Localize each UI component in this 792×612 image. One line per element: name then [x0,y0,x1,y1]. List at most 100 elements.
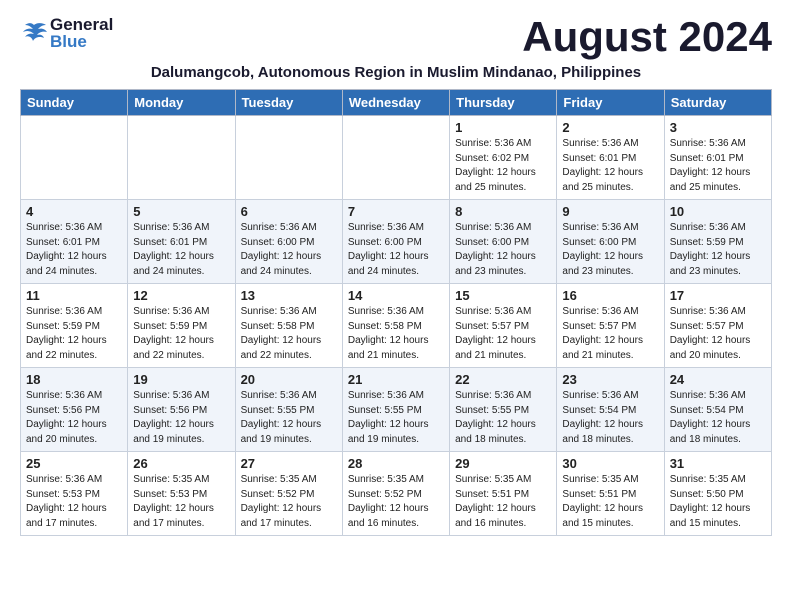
bird-icon [20,21,48,45]
day-number: 1 [455,120,551,135]
day-info: Sunrise: 5:36 AM Sunset: 5:57 PM Dayligh… [562,305,658,363]
day-number: 15 [455,288,551,303]
day-number: 22 [455,372,551,387]
calendar-cell [342,116,449,200]
calendar-cell: 11Sunrise: 5:36 AM Sunset: 5:59 PM Dayli… [21,284,128,368]
calendar-cell: 2 Sunrise: 5:36 AM Sunset: 6:01 PM Daylig… [557,116,664,200]
col-tuesday: Tuesday [235,90,342,116]
day-number: 12 [133,288,229,303]
calendar-cell [128,116,235,200]
calendar-cell: 12 Sunrise: 5:36 AM Sunset: 5:59 PM Dayli… [128,284,235,368]
day-info: Sunrise: 5:36 AM Sunset: 5:56 PM Dayligh… [26,389,122,447]
col-monday: Monday [128,90,235,116]
day-number: 29 [455,456,551,471]
day-number: 13 [241,288,337,303]
logo-blue: Blue [50,33,113,50]
day-number: 11 [26,288,122,303]
calendar-cell: 9 Sunrise: 5:36 AM Sunset: 6:00 PM Daylig… [557,200,664,284]
calendar-cell: 1 Sunrise: 5:36 AM Sunset: 6:02 PM Daylig… [450,116,557,200]
day-number: 5 [133,204,229,219]
calendar-cell: 7Sunrise: 5:36 AM Sunset: 6:00 PM Daylig… [342,200,449,284]
day-number: 26 [133,456,229,471]
page: General Blue August 2024 Dalumangcob, Au… [0,0,792,552]
calendar-week-1: 1 Sunrise: 5:36 AM Sunset: 6:02 PM Daylig… [21,116,772,200]
logo-text: General Blue [50,16,113,50]
calendar-week-5: 25 Sunrise: 5:36 AM Sunset: 5:53 PM Dayli… [21,452,772,536]
day-info: Sunrise: 5:36 AM Sunset: 6:02 PM Dayligh… [455,137,551,195]
day-info: Sunrise: 5:36 AM Sunset: 6:01 PM Dayligh… [133,221,229,279]
calendar-cell: 22Sunrise: 5:36 AM Sunset: 5:55 PM Dayli… [450,368,557,452]
calendar-cell: 4 Sunrise: 5:36 AM Sunset: 6:01 PM Daylig… [21,200,128,284]
calendar-cell: 23Sunrise: 5:36 AM Sunset: 5:54 PM Dayli… [557,368,664,452]
day-info: Sunrise: 5:36 AM Sunset: 6:00 PM Dayligh… [241,221,337,279]
day-number: 4 [26,204,122,219]
day-info: Sunrise: 5:36 AM Sunset: 6:01 PM Dayligh… [26,221,122,279]
col-wednesday: Wednesday [342,90,449,116]
calendar-week-4: 18Sunrise: 5:36 AM Sunset: 5:56 PM Dayli… [21,368,772,452]
day-number: 16 [562,288,658,303]
day-number: 19 [133,372,229,387]
calendar-cell: 8 Sunrise: 5:36 AM Sunset: 6:00 PM Daylig… [450,200,557,284]
calendar-cell: 6 Sunrise: 5:36 AM Sunset: 6:00 PM Daylig… [235,200,342,284]
calendar-cell: 27Sunrise: 5:35 AM Sunset: 5:52 PM Dayli… [235,452,342,536]
calendar-cell: 20 Sunrise: 5:36 AM Sunset: 5:55 PM Dayli… [235,368,342,452]
day-info: Sunrise: 5:36 AM Sunset: 6:00 PM Dayligh… [455,221,551,279]
day-number: 2 [562,120,658,135]
calendar-header-row: Sunday Monday Tuesday Wednesday Thursday… [21,90,772,116]
calendar-cell: 19 Sunrise: 5:36 AM Sunset: 5:56 PM Dayli… [128,368,235,452]
day-info: Sunrise: 5:36 AM Sunset: 5:57 PM Dayligh… [455,305,551,363]
day-number: 20 [241,372,337,387]
calendar-body: 1 Sunrise: 5:36 AM Sunset: 6:02 PM Daylig… [21,116,772,536]
day-info: Sunrise: 5:36 AM Sunset: 6:01 PM Dayligh… [562,137,658,195]
calendar-cell: 21Sunrise: 5:36 AM Sunset: 5:55 PM Dayli… [342,368,449,452]
day-number: 17 [670,288,766,303]
day-info: Sunrise: 5:36 AM Sunset: 5:59 PM Dayligh… [133,305,229,363]
day-number: 14 [348,288,444,303]
day-info: Sunrise: 5:36 AM Sunset: 5:58 PM Dayligh… [241,305,337,363]
day-number: 28 [348,456,444,471]
calendar-cell [21,116,128,200]
month-year-title: August 2024 [522,16,772,58]
col-friday: Friday [557,90,664,116]
calendar-cell: 17 Sunrise: 5:36 AM Sunset: 5:57 PM Dayli… [664,284,771,368]
col-saturday: Saturday [664,90,771,116]
calendar-cell: 15 Sunrise: 5:36 AM Sunset: 5:57 PM Dayli… [450,284,557,368]
day-info: Sunrise: 5:36 AM Sunset: 5:53 PM Dayligh… [26,473,122,531]
day-number: 23 [562,372,658,387]
day-info: Sunrise: 5:36 AM Sunset: 5:57 PM Dayligh… [670,305,766,363]
logo-general: General [50,16,113,33]
calendar-cell: 10 Sunrise: 5:36 AM Sunset: 5:59 PM Dayli… [664,200,771,284]
day-info: Sunrise: 5:35 AM Sunset: 5:50 PM Dayligh… [670,473,766,531]
day-info: Sunrise: 5:36 AM Sunset: 5:55 PM Dayligh… [348,389,444,447]
day-number: 25 [26,456,122,471]
calendar-cell: 31 Sunrise: 5:35 AM Sunset: 5:50 PM Dayli… [664,452,771,536]
logo: General Blue [20,16,113,50]
calendar-cell: 16 Sunrise: 5:36 AM Sunset: 5:57 PM Dayli… [557,284,664,368]
calendar-cell [235,116,342,200]
day-info: Sunrise: 5:36 AM Sunset: 5:56 PM Dayligh… [133,389,229,447]
day-number: 6 [241,204,337,219]
day-number: 31 [670,456,766,471]
day-info: Sunrise: 5:36 AM Sunset: 6:00 PM Dayligh… [348,221,444,279]
day-info: Sunrise: 5:35 AM Sunset: 5:53 PM Dayligh… [133,473,229,531]
day-number: 8 [455,204,551,219]
col-thursday: Thursday [450,90,557,116]
day-info: Sunrise: 5:36 AM Sunset: 5:55 PM Dayligh… [241,389,337,447]
day-number: 27 [241,456,337,471]
col-sunday: Sunday [21,90,128,116]
day-info: Sunrise: 5:35 AM Sunset: 5:51 PM Dayligh… [455,473,551,531]
day-info: Sunrise: 5:36 AM Sunset: 5:54 PM Dayligh… [670,389,766,447]
day-info: Sunrise: 5:36 AM Sunset: 6:00 PM Dayligh… [562,221,658,279]
calendar-cell: 26 Sunrise: 5:35 AM Sunset: 5:53 PM Dayli… [128,452,235,536]
calendar-week-2: 4 Sunrise: 5:36 AM Sunset: 6:01 PM Daylig… [21,200,772,284]
calendar-cell: 18Sunrise: 5:36 AM Sunset: 5:56 PM Dayli… [21,368,128,452]
day-number: 10 [670,204,766,219]
day-info: Sunrise: 5:35 AM Sunset: 5:51 PM Dayligh… [562,473,658,531]
day-info: Sunrise: 5:36 AM Sunset: 6:01 PM Dayligh… [670,137,766,195]
calendar-cell: 25 Sunrise: 5:36 AM Sunset: 5:53 PM Dayli… [21,452,128,536]
day-info: Sunrise: 5:36 AM Sunset: 5:59 PM Dayligh… [670,221,766,279]
calendar-week-3: 11 Sunrise: 5:36 AM Sunset: 5:59 PM Dayli… [21,284,772,368]
calendar-cell: 24Sunrise: 5:36 AM Sunset: 5:54 PM Dayli… [664,368,771,452]
day-number: 30 [562,456,658,471]
day-number: 9 [562,204,658,219]
